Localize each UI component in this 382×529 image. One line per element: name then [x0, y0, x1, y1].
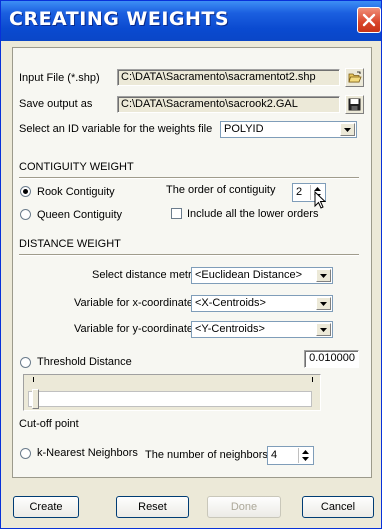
- chevron-down-icon: [344, 128, 351, 132]
- metric-label: Select distance metric: [92, 269, 200, 281]
- chevron-down-icon: [302, 457, 309, 461]
- knn-radio[interactable]: [20, 448, 31, 459]
- input-file-field[interactable]: C:\DATA\Sacramento\sacramentot2.shp: [117, 69, 340, 86]
- threshold-value-field[interactable]: 0.010000: [304, 350, 359, 368]
- save-button[interactable]: [345, 95, 364, 114]
- neighbors-label: The number of neighbors: [145, 449, 268, 461]
- queen-label: Queen Contiguity: [37, 209, 122, 221]
- dialog-window: CREATING WEIGHTS Input File (*.shp) C:\D…: [0, 0, 382, 529]
- done-button[interactable]: Done: [207, 496, 281, 518]
- close-button[interactable]: [357, 7, 381, 33]
- cancel-button[interactable]: Cancel: [302, 496, 374, 518]
- chevron-up-icon: [302, 450, 309, 454]
- dropdown-arrow: [316, 269, 331, 282]
- rook-label: Rook Contiguity: [37, 186, 115, 198]
- dropdown-arrow: [340, 123, 355, 136]
- save-output-label: Save output as: [19, 98, 93, 110]
- browse-button[interactable]: [345, 68, 364, 87]
- window-title: CREATING WEIGHTS: [9, 8, 230, 30]
- rook-radio[interactable]: [20, 186, 31, 197]
- chevron-down-icon: [320, 328, 327, 332]
- threshold-radio[interactable]: [20, 357, 31, 368]
- x-coord-value: <X-Centroids>: [195, 297, 266, 309]
- distance-heading: DISTANCE WEIGHT: [19, 238, 121, 250]
- include-lower-checkbox[interactable]: [171, 208, 182, 219]
- y-coord-select[interactable]: <Y-Centroids>: [191, 321, 333, 338]
- distance-metric-select[interactable]: <Euclidean Distance>: [191, 267, 333, 284]
- cutoff-label: Cut-off point: [19, 418, 79, 430]
- slider-thumb[interactable]: [32, 389, 39, 409]
- id-variable-value: POLYID: [224, 123, 264, 135]
- title-bar[interactable]: CREATING WEIGHTS: [1, 1, 381, 41]
- chevron-down-icon: [320, 302, 327, 306]
- reset-button[interactable]: Reset: [116, 496, 189, 518]
- radio-selected-dot: [23, 189, 28, 194]
- id-variable-select[interactable]: POLYID: [220, 121, 357, 138]
- dialog-panel: Input File (*.shp) C:\DATA\Sacramento\sa…: [12, 47, 372, 478]
- close-icon: [362, 13, 376, 27]
- y-coord-value: <Y-Centroids>: [195, 323, 265, 335]
- order-value: 2: [296, 186, 303, 198]
- slider-track: [28, 391, 312, 407]
- contiguity-heading: CONTIGUITY WEIGHT: [19, 161, 134, 173]
- neighbors-spinner[interactable]: 4: [267, 446, 314, 465]
- dropdown-arrow: [316, 323, 331, 336]
- id-variable-label: Select an ID variable for the weights fi…: [19, 123, 213, 135]
- include-lower-label: Include all the lower orders: [187, 208, 319, 220]
- knn-label: k-Nearest Neighbors: [37, 447, 138, 459]
- order-label: The order of contiguity: [166, 184, 276, 196]
- cutoff-slider[interactable]: [23, 374, 321, 411]
- x-coord-select[interactable]: <X-Centroids>: [191, 295, 333, 312]
- save-output-field[interactable]: C:\DATA\Sacramento\sacrook2.GAL: [117, 96, 340, 113]
- spinner-buttons[interactable]: [298, 448, 312, 463]
- slider-tick-min: [33, 377, 34, 382]
- neighbors-value: 4: [271, 449, 278, 461]
- x-coord-label: Variable for x-coordinates: [74, 297, 199, 309]
- distance-metric-value: <Euclidean Distance>: [195, 269, 303, 281]
- threshold-label: Threshold Distance: [37, 356, 132, 368]
- chevron-down-icon: [320, 274, 327, 278]
- contiguity-divider: [19, 177, 359, 179]
- queen-radio[interactable]: [20, 209, 31, 220]
- y-coord-label: Variable for y-coordinates: [74, 323, 199, 335]
- floppy-disk-icon: [348, 98, 361, 111]
- slider-tick-max: [312, 377, 313, 382]
- folder-open-icon: [348, 71, 362, 83]
- dropdown-arrow: [316, 297, 331, 310]
- create-button[interactable]: Create: [13, 496, 79, 518]
- distance-divider: [19, 254, 359, 256]
- input-file-label: Input File (*.shp): [19, 72, 100, 84]
